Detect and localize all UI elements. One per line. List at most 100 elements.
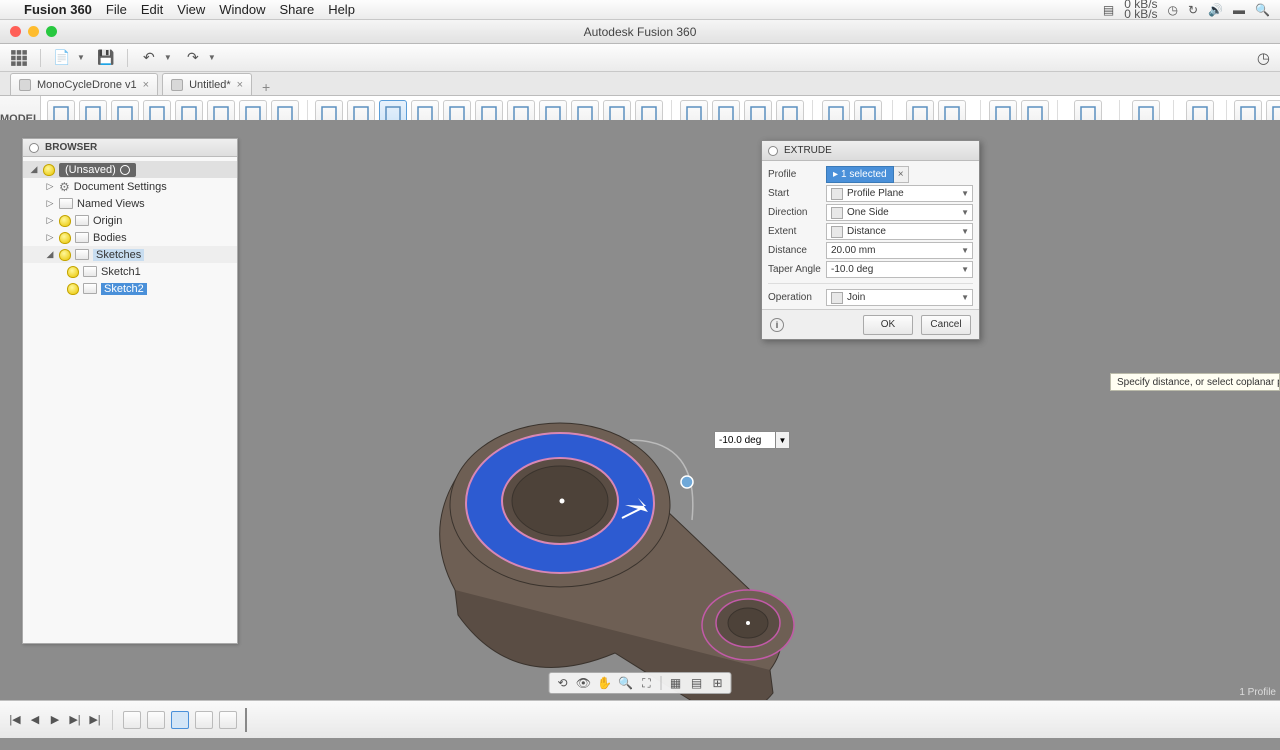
collapse-icon[interactable] [29,143,39,153]
menu-window[interactable]: Window [219,2,265,17]
visibility-icon[interactable] [59,215,71,227]
sketch-icon [83,283,97,294]
timeline-start-icon[interactable]: |◀ [8,713,22,727]
zoom-icon[interactable]: 🔍 [617,674,635,692]
menubar-extra-icon[interactable]: ▤ [1103,3,1114,17]
angle-input-field[interactable]: -10.0 deg [714,431,776,449]
browser-tree: ◢ (Unsaved) ▷⚙ Document Settings ▷ Named… [23,157,237,303]
look-icon[interactable]: 👁 [575,674,593,692]
menu-app[interactable]: Fusion 360 [24,2,92,17]
timeline-end-icon[interactable]: ▶| [88,713,102,727]
tree-item-sketch1[interactable]: Sketch1 [23,263,237,280]
operation-label: Operation [768,292,826,303]
ok-button[interactable]: OK [863,315,913,335]
data-panel-icon[interactable] [10,49,28,67]
plane-icon [831,188,843,200]
minimize-window-icon[interactable] [28,26,39,37]
doc-tab-2[interactable]: Untitled* × [162,73,252,95]
operation-dropdown[interactable]: Join▼ [826,289,973,306]
extent-label: Extent [768,226,826,237]
visibility-icon[interactable] [59,249,71,261]
menu-edit[interactable]: Edit [141,2,163,17]
close-window-icon[interactable] [10,26,21,37]
new-file-icon[interactable]: 📄 [53,49,71,67]
grid-icon[interactable]: ▤ [688,674,706,692]
taper-label: Taper Angle [768,264,826,275]
taper-input[interactable]: -10.0 deg▼ [826,261,973,278]
info-icon[interactable]: i [770,318,784,332]
timeline-feature[interactable] [147,711,165,729]
orbit-icon[interactable]: ⟲ [554,674,572,692]
tree-root[interactable]: ◢ (Unsaved) [23,161,237,178]
job-status-icon[interactable]: ◷ [1257,49,1270,67]
fit-icon[interactable]: ⛶ [638,674,656,692]
tooltip: Specify distance, or select coplanar p [1110,373,1280,391]
tree-item-sketches[interactable]: ◢ Sketches [23,246,237,263]
extrude-dialog: EXTRUDE Profile ▸ 1 selected × Start Pro… [761,140,980,340]
volume-icon[interactable]: 🔊 [1208,3,1223,17]
profile-selection[interactable]: ▸ 1 selected [826,166,894,183]
dialog-header[interactable]: EXTRUDE [762,141,979,161]
direction-dropdown[interactable]: One Side▼ [826,204,973,221]
canvas-angle-input[interactable]: -10.0 deg ▼ [714,431,790,449]
tree-item-document-settings[interactable]: ▷⚙ Document Settings [23,178,237,195]
visibility-icon[interactable] [43,164,55,176]
timeline-feature[interactable] [171,711,189,729]
folder-icon [75,232,89,243]
browser-header[interactable]: BROWSER [23,139,237,157]
clock-icon[interactable]: ◷ [1168,3,1178,17]
menu-view[interactable]: View [177,2,205,17]
menu-file[interactable]: File [106,2,127,17]
window-title: Autodesk Fusion 360 [584,25,697,39]
timeline-marker[interactable] [245,708,247,732]
timeline-play-icon[interactable]: ▶ [48,713,62,727]
tree-item-origin[interactable]: ▷ Origin [23,212,237,229]
search-icon[interactable]: 🔍 [1255,3,1270,17]
close-icon[interactable]: × [143,79,149,91]
visibility-icon[interactable] [67,266,79,278]
viewports-icon[interactable]: ⊞ [709,674,727,692]
cancel-button[interactable]: Cancel [921,315,971,335]
undo-icon[interactable]: ↶ [140,49,158,67]
window-titlebar: Autodesk Fusion 360 [0,20,1280,44]
navigation-bar: ⟲ 👁 ✋ 🔍 ⛶ ▦ ▤ ⊞ [549,672,732,694]
collapse-icon[interactable] [768,146,778,156]
zoom-window-icon[interactable] [46,26,57,37]
status-text: 1 Profile [1239,687,1276,698]
start-dropdown[interactable]: Profile Plane▼ [826,185,973,202]
extent-dropdown[interactable]: Distance▼ [826,223,973,240]
save-icon[interactable]: 💾 [97,49,115,67]
pan-icon[interactable]: ✋ [596,674,614,692]
display-icon[interactable]: ▦ [667,674,685,692]
browser-panel: BROWSER ◢ (Unsaved) ▷⚙ Document Settings… [22,138,238,644]
sketch-icon [83,266,97,277]
clear-selection-icon[interactable]: × [894,166,909,183]
timeline-prev-icon[interactable]: ◀ [28,713,42,727]
chevron-down-icon[interactable]: ▼ [776,431,790,449]
start-label: Start [768,188,826,199]
menu-share[interactable]: Share [279,2,314,17]
quick-access-toolbar: 📄▼ 💾 ↶▼ ↷▼ ◷ [0,44,1280,72]
direction-icon [831,207,843,219]
visibility-icon[interactable] [67,283,79,295]
tree-item-sketch2[interactable]: Sketch2 [23,280,237,297]
tree-item-bodies[interactable]: ▷ Bodies [23,229,237,246]
folder-icon [75,249,89,260]
doc-tab-1[interactable]: MonoCycleDrone v1 × [10,73,158,95]
tree-item-named-views[interactable]: ▷ Named Views [23,195,237,212]
folder-icon [75,215,89,226]
timeline-feature[interactable] [123,711,141,729]
timeline-feature[interactable] [219,711,237,729]
folder-icon [59,198,73,209]
new-tab-button[interactable]: + [256,79,276,95]
direction-label: Direction [768,207,826,218]
timeline-feature[interactable] [195,711,213,729]
flag-icon[interactable]: ▬ [1233,3,1245,17]
distance-input[interactable]: 20.00 mm▼ [826,242,973,259]
timeline-next-icon[interactable]: ▶| [68,713,82,727]
visibility-icon[interactable] [59,232,71,244]
redo-icon[interactable]: ↷ [184,49,202,67]
menu-help[interactable]: Help [328,2,355,17]
close-icon[interactable]: × [237,79,243,91]
sync-icon[interactable]: ↻ [1188,3,1198,17]
